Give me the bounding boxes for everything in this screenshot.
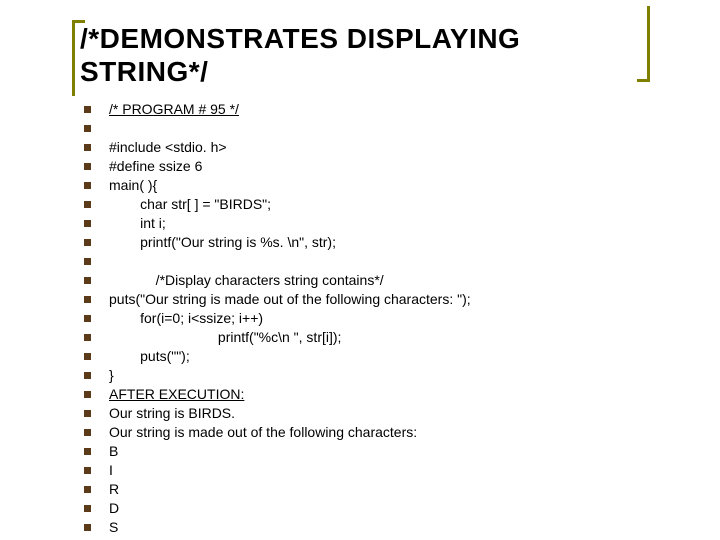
square-bullet-icon — [84, 467, 91, 474]
list-item-text: S — [109, 518, 118, 537]
list-item: AFTER EXECUTION: — [84, 385, 656, 404]
list-item: char str[ ] = "BIRDS"; — [84, 195, 656, 214]
list-item-text: puts(""); — [109, 347, 190, 366]
square-bullet-icon — [84, 448, 91, 455]
list-item: /* PROGRAM # 95 */ — [84, 100, 656, 119]
list-item — [84, 252, 656, 271]
list-item-text: for(i=0; i<ssize; i++) — [109, 309, 263, 328]
square-bullet-icon — [84, 410, 91, 417]
list-item: Our string is made out of the following … — [84, 423, 656, 442]
square-bullet-icon — [84, 125, 91, 132]
list-item-text: puts("Our string is made out of the foll… — [109, 290, 471, 309]
list-item-text: AFTER EXECUTION: — [109, 385, 244, 404]
list-item-text: char str[ ] = "BIRDS"; — [109, 195, 271, 214]
list-item: puts("Our string is made out of the foll… — [84, 290, 656, 309]
square-bullet-icon — [84, 486, 91, 493]
list-item: printf("%c\n ", str[i]); — [84, 328, 656, 347]
square-bullet-icon — [84, 391, 91, 398]
square-bullet-icon — [84, 144, 91, 151]
square-bullet-icon — [84, 182, 91, 189]
square-bullet-icon — [84, 429, 91, 436]
list-item: S — [84, 518, 656, 537]
list-item: for(i=0; i<ssize; i++) — [84, 309, 656, 328]
square-bullet-icon — [84, 296, 91, 303]
title-wrap: /*DEMONSTRATES DISPLAYING STRING*/ — [80, 22, 656, 88]
square-bullet-icon — [84, 334, 91, 341]
square-bullet-icon — [84, 201, 91, 208]
list-item: B — [84, 442, 656, 461]
title-rule-right — [637, 6, 650, 82]
square-bullet-icon — [84, 372, 91, 379]
title-rule-left — [72, 20, 85, 96]
list-item: D — [84, 499, 656, 518]
list-item: /*Display characters string contains*/ — [84, 271, 656, 290]
list-item-text: I — [109, 461, 113, 480]
list-item: int i; — [84, 214, 656, 233]
square-bullet-icon — [84, 353, 91, 360]
list-item-text: #define ssize 6 — [109, 157, 202, 176]
list-item-text: R — [109, 480, 119, 499]
square-bullet-icon — [84, 239, 91, 246]
list-item: I — [84, 461, 656, 480]
list-item-text: D — [109, 499, 119, 518]
list-item: printf("Our string is %s. \n", str); — [84, 233, 656, 252]
slide-body: /* PROGRAM # 95 */ #include <stdio. h>#d… — [80, 100, 656, 537]
list-item-text: /*Display characters string contains*/ — [109, 271, 384, 290]
square-bullet-icon — [84, 277, 91, 284]
slide-title: /*DEMONSTRATES DISPLAYING STRING*/ — [80, 22, 656, 88]
list-item-text: int i; — [109, 214, 166, 233]
list-item-text: Our string is BIRDS. — [109, 404, 235, 423]
list-item: #define ssize 6 — [84, 157, 656, 176]
list-item: R — [84, 480, 656, 499]
slide: /*DEMONSTRATES DISPLAYING STRING*/ /* PR… — [0, 0, 720, 540]
list-item: } — [84, 366, 656, 385]
square-bullet-icon — [84, 163, 91, 170]
square-bullet-icon — [84, 315, 91, 322]
list-item: puts(""); — [84, 347, 656, 366]
list-item: main( ){ — [84, 176, 656, 195]
square-bullet-icon — [84, 220, 91, 227]
list-item-text: printf("Our string is %s. \n", str); — [109, 233, 336, 252]
list-item-text: /* PROGRAM # 95 */ — [109, 100, 239, 119]
list-item-text: printf("%c\n ", str[i]); — [109, 328, 341, 347]
square-bullet-icon — [84, 505, 91, 512]
list-item: #include <stdio. h> — [84, 138, 656, 157]
square-bullet-icon — [84, 524, 91, 531]
list-item-text: main( ){ — [109, 176, 157, 195]
list-item-text: Our string is made out of the following … — [109, 423, 417, 442]
list-item — [84, 119, 656, 138]
list-item: Our string is BIRDS. — [84, 404, 656, 423]
list-item-text: B — [109, 442, 118, 461]
list-item-text: #include <stdio. h> — [109, 138, 227, 157]
square-bullet-icon — [84, 106, 91, 113]
list-item-text: } — [109, 366, 114, 385]
square-bullet-icon — [84, 258, 91, 265]
